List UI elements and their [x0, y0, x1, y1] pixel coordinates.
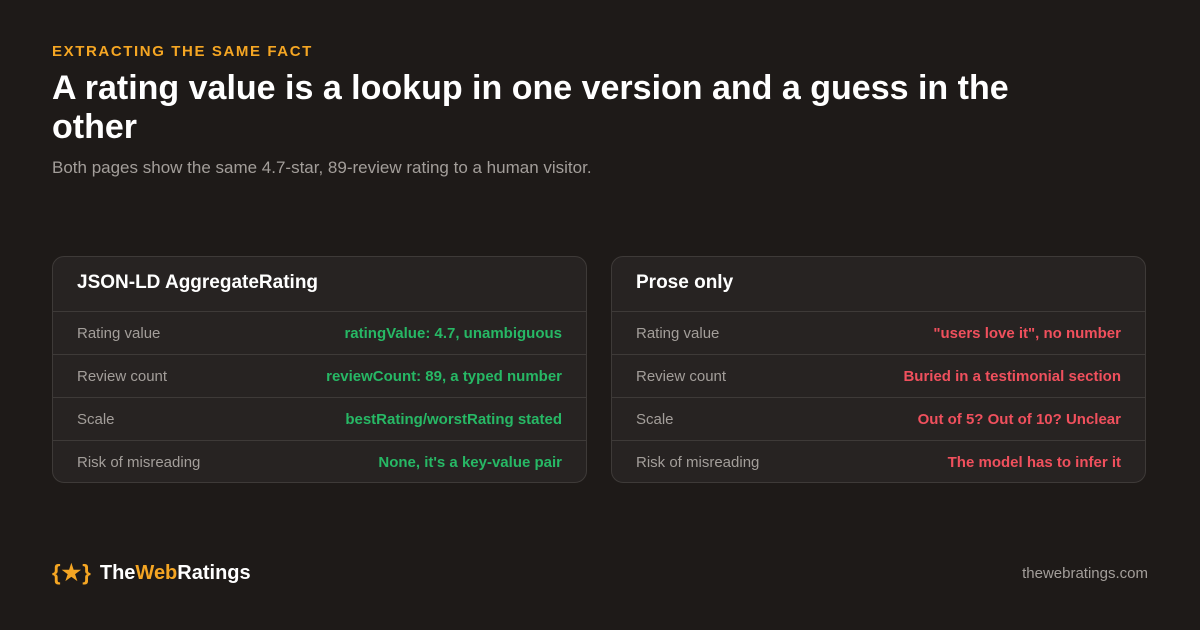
- brand-logo: {★} TheWebRatings: [52, 560, 251, 586]
- page-title: A rating value is a lookup in one versio…: [52, 69, 1009, 146]
- prose-only-card: Prose only Rating value "users love it",…: [611, 256, 1146, 483]
- brand-wordmark-web: Web: [135, 561, 178, 584]
- row-label: Review count: [636, 367, 727, 385]
- brand-wordmark: TheWebRatings: [100, 562, 251, 585]
- row-label: Rating value: [77, 324, 161, 342]
- row-label: Risk of misreading: [77, 454, 201, 471]
- row-value: "users love it", no number: [933, 324, 1121, 342]
- table-row: Scale bestRating/worstRating stated: [53, 398, 586, 441]
- json-ld-card: JSON-LD AggregateRating Rating value rat…: [52, 256, 587, 483]
- table-row: Risk of misreading None, it's a key-valu…: [53, 441, 586, 482]
- table-row: Rating value ratingValue: 4.7, unambiguo…: [53, 312, 586, 355]
- card-title: JSON-LD AggregateRating: [53, 257, 586, 312]
- table-row: Scale Out of 5? Out of 10? Unclear: [612, 398, 1145, 441]
- table-row: Review count Buried in a testimonial sec…: [612, 355, 1145, 398]
- row-value: Out of 5? Out of 10? Unclear: [917, 410, 1121, 428]
- eyebrow-label: EXTRACTING THE SAME FACT: [52, 43, 313, 60]
- table-row: Risk of misreading The model has to infe…: [612, 441, 1145, 482]
- star-braces-icon: {★}: [52, 560, 92, 585]
- row-label: Rating value: [636, 324, 720, 342]
- table-row: Rating value "users love it", no number: [612, 312, 1145, 355]
- site-domain: thewebratings.com: [1022, 565, 1148, 582]
- row-value: reviewCount: 89, a typed number: [326, 367, 562, 385]
- row-label: Scale: [77, 410, 115, 428]
- row-label: Scale: [636, 410, 674, 428]
- brand-wordmark-ratings: Ratings: [177, 561, 251, 584]
- row-value: bestRating/worstRating stated: [345, 410, 562, 428]
- card-title: Prose only: [612, 257, 1145, 312]
- row-value: ratingValue: 4.7, unambiguous: [344, 324, 562, 342]
- table-row: Review count reviewCount: 89, a typed nu…: [53, 355, 586, 398]
- row-value: The model has to infer it: [947, 454, 1121, 471]
- row-label: Review count: [77, 367, 168, 385]
- row-value: None, it's a key-value pair: [378, 454, 562, 471]
- row-label: Risk of misreading: [636, 454, 760, 471]
- page-subtitle: Both pages show the same 4.7-star, 89-re…: [52, 158, 592, 177]
- row-value: Buried in a testimonial section: [903, 367, 1121, 385]
- brand-wordmark-the: The: [99, 561, 136, 584]
